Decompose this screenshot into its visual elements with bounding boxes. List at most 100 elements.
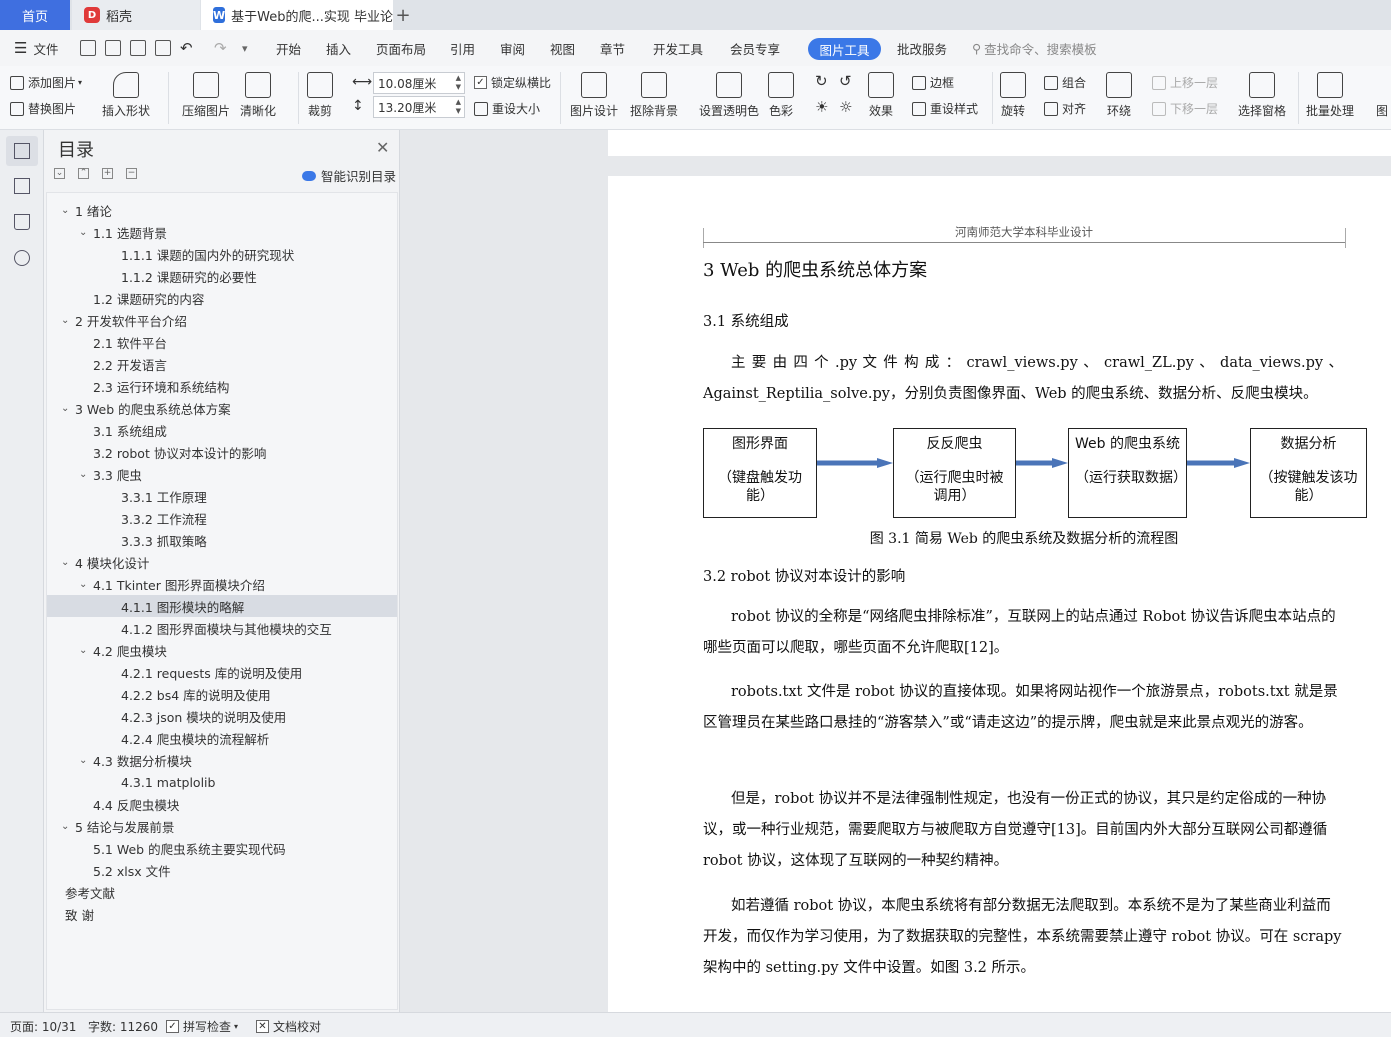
- toc-entry[interactable]: ⌄ 4 模块化设计: [47, 551, 397, 573]
- toc-entry[interactable]: 4.3.1 matplolib: [47, 771, 397, 793]
- toc-entry[interactable]: 4.1.1 图形模块的略解: [47, 595, 397, 617]
- align-button[interactable]: 对齐: [1044, 100, 1086, 117]
- command-search[interactable]: ⚲ 查找命令、搜索模板: [972, 30, 1097, 66]
- insert-shape-button[interactable]: 插入形状: [102, 72, 150, 119]
- toc-entry[interactable]: 4.2.2 bs4 库的说明及使用: [47, 683, 397, 705]
- toc-entry[interactable]: ⌄ 3.3 爬虫: [47, 463, 397, 485]
- add-entry-icon[interactable]: +: [102, 168, 113, 179]
- height-stepper[interactable]: ▲ ▼: [456, 98, 461, 116]
- toc-entry[interactable]: ⌄ 4.3 数据分析模块: [47, 749, 397, 771]
- toc-entry[interactable]: 2.3 运行环境和系统结构: [47, 375, 397, 397]
- remove-background-button[interactable]: 抠除背景: [630, 72, 678, 119]
- toc-entry[interactable]: 4.2.1 requests 库的说明及使用: [47, 661, 397, 683]
- tab-home[interactable]: 首页: [0, 0, 70, 30]
- toc-entry[interactable]: 3.3.2 工作流程: [47, 507, 397, 529]
- tab-daoke[interactable]: D 稻壳: [72, 0, 200, 30]
- chevron-down-icon[interactable]: ⌄: [79, 469, 93, 480]
- toc-entry[interactable]: 3.3.1 工作原理: [47, 485, 397, 507]
- wrap-button[interactable]: 环绕: [1106, 72, 1132, 119]
- chevron-down-icon[interactable]: ⌄: [61, 557, 75, 568]
- width-input[interactable]: 10.08厘米 ▲ ▼: [373, 72, 465, 94]
- batch-process-button[interactable]: 批量处理: [1306, 72, 1354, 119]
- export-pdf-icon[interactable]: [105, 40, 121, 56]
- menu-insert[interactable]: 插入: [326, 30, 351, 66]
- bring-forward-button[interactable]: 上移一层: [1152, 74, 1218, 91]
- chevron-down-icon[interactable]: ⌄: [61, 403, 75, 414]
- toc-entry[interactable]: 3.2 robot 协议对本设计的影响: [47, 441, 397, 463]
- toc-entry[interactable]: 3.1 系统组成: [47, 419, 397, 441]
- search-icon[interactable]: [14, 250, 30, 266]
- border-button[interactable]: 边框: [912, 74, 954, 91]
- contrast-down-icon[interactable]: ↺: [839, 72, 852, 90]
- toc-entry[interactable]: 5.1 Web 的爬虫系统主要实现代码: [47, 837, 397, 859]
- toc-entry[interactable]: 4.4 反爬虫模块: [47, 793, 397, 815]
- toc-entry[interactable]: 2.2 开发语言: [47, 353, 397, 375]
- redo-icon[interactable]: ↷: [214, 30, 227, 66]
- reset-style-button[interactable]: 重设样式: [912, 100, 978, 117]
- flow-box-data-analysis[interactable]: 数据分析 （按键触发该功能）: [1250, 428, 1367, 518]
- menu-dev-tools[interactable]: 开发工具: [653, 30, 703, 66]
- save-icon[interactable]: [80, 40, 96, 56]
- undo-icon[interactable]: ↶: [180, 30, 193, 66]
- menu-correction-service[interactable]: 批改服务: [897, 30, 947, 66]
- toc-entry[interactable]: ⌄ 3 Web 的爬虫系统总体方案: [47, 397, 397, 419]
- replace-picture-button[interactable]: 替换图片: [10, 100, 76, 117]
- remove-entry-icon[interactable]: −: [126, 168, 137, 179]
- print-preview-icon[interactable]: [155, 40, 171, 56]
- toc-entry[interactable]: ⌄ 2 开发软件平台介绍: [47, 309, 397, 331]
- toc-entry[interactable]: 1.1.1 课题的国内外的研究现状: [47, 243, 397, 265]
- menu-view[interactable]: 视图: [550, 30, 575, 66]
- brightness-down-icon[interactable]: ☼: [839, 98, 852, 116]
- menu-start[interactable]: 开始: [276, 30, 301, 66]
- chevron-down-icon[interactable]: ⌄: [79, 579, 93, 590]
- chevron-down-icon[interactable]: ⌄: [79, 755, 93, 766]
- add-picture-button[interactable]: 添加图片 ▾: [10, 74, 82, 91]
- reset-size-button[interactable]: 重设大小: [474, 100, 540, 117]
- toc-entry[interactable]: ⌄ 4.1 Tkinter 图形界面模块介绍: [47, 573, 397, 595]
- more-ribbon-button[interactable]: 图: [1376, 72, 1388, 119]
- menu-review[interactable]: 审阅: [500, 30, 525, 66]
- toc-entry[interactable]: 2.1 软件平台: [47, 331, 397, 353]
- proofread-button[interactable]: ✕ 文档校对: [256, 1018, 321, 1035]
- brightness-up-icon[interactable]: ☀: [815, 98, 828, 116]
- send-backward-button[interactable]: 下移一层: [1152, 100, 1218, 117]
- toc-entry[interactable]: ⌄ 4.2 爬虫模块: [47, 639, 397, 661]
- height-input[interactable]: 13.20厘米 ▲ ▼: [373, 96, 465, 118]
- word-count[interactable]: 字数: 11260: [88, 1018, 158, 1035]
- toc-entry[interactable]: 5.2 xlsx 文件: [47, 859, 397, 881]
- toc-entry[interactable]: 致 谢: [47, 903, 397, 925]
- chevron-down-icon[interactable]: ⌄: [61, 315, 75, 326]
- chevron-down-icon[interactable]: ⌄: [61, 205, 75, 216]
- document-page[interactable]: 河南师范大学本科毕业设计 3 Web 的爬虫系统总体方案 3.1 系统组成 主 …: [608, 176, 1391, 1012]
- print-icon[interactable]: [130, 40, 146, 56]
- effect-button[interactable]: 效果: [868, 72, 894, 119]
- toc-entry[interactable]: 4.1.2 图形界面模块与其他模块的交互: [47, 617, 397, 639]
- flow-box-anti-anti-crawler[interactable]: 反反爬虫 （运行爬虫时被调用）: [893, 428, 1016, 518]
- new-tab-button[interactable]: +: [394, 0, 412, 30]
- chapter-nav-icon[interactable]: [14, 178, 30, 194]
- menu-picture-tools[interactable]: 图片工具: [808, 38, 881, 60]
- close-icon[interactable]: ✕: [376, 138, 389, 157]
- width-stepper[interactable]: ▲ ▼: [456, 74, 461, 92]
- compress-picture-button[interactable]: 压缩图片: [182, 72, 230, 119]
- toc-entry[interactable]: ⌄ 5 结论与发展前景: [47, 815, 397, 837]
- chevron-down-icon[interactable]: ⌄: [79, 645, 93, 656]
- toc-entry[interactable]: 3.3.3 抓取策略: [47, 529, 397, 551]
- color-button[interactable]: 色彩: [768, 72, 794, 119]
- clarify-button[interactable]: 清晰化: [240, 72, 276, 119]
- flow-box-web-crawler[interactable]: Web 的爬虫系统 （运行获取数据）: [1068, 428, 1187, 518]
- bookmark-icon[interactable]: [14, 214, 30, 230]
- toc-entry[interactable]: ⌄ 1.1 选题背景: [47, 221, 397, 243]
- toc-entry[interactable]: 1.2 课题研究的内容: [47, 287, 397, 309]
- smart-toc-button[interactable]: 智能识别目录: [302, 166, 396, 185]
- flow-box-gui[interactable]: 图形界面 （键盘触发功能）: [703, 428, 817, 518]
- contrast-up-icon[interactable]: ↻: [815, 72, 828, 90]
- spell-check-button[interactable]: ✓ 拼写检查 ▾: [166, 1018, 238, 1035]
- crop-button[interactable]: 裁剪: [307, 72, 333, 119]
- chevron-down-icon[interactable]: ⌄: [61, 821, 75, 832]
- page-indicator[interactable]: 页面: 10/31: [10, 1018, 76, 1035]
- menu-page-layout[interactable]: 页面布局: [376, 30, 426, 66]
- collapse-all-icon[interactable]: ⌄: [54, 168, 65, 179]
- rotate-button[interactable]: 旋转: [1000, 72, 1026, 119]
- toc-entry[interactable]: ⌄ 1 绪论: [47, 199, 397, 221]
